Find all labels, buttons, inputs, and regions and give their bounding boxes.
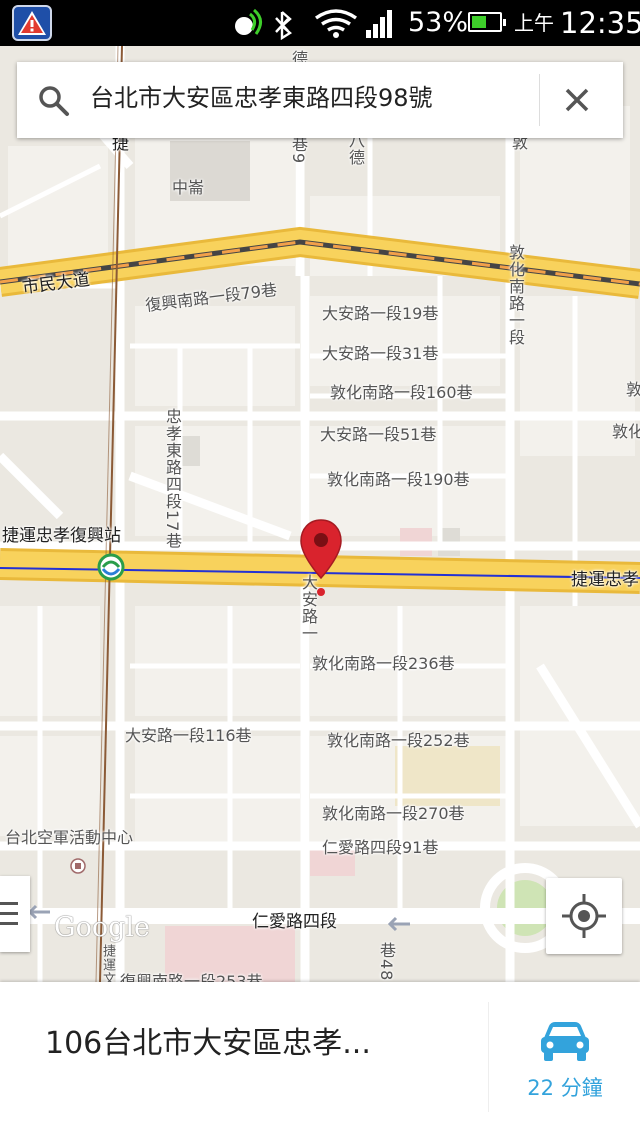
nfc-icon xyxy=(235,8,262,35)
place-sheet[interactable]: 106台北市大安區忠孝... 22 分鐘 xyxy=(0,982,640,1138)
road-label: 敦化南路一段270巷 xyxy=(322,804,465,823)
road-label: 大安路一段51巷 xyxy=(320,425,437,444)
mrt-station-label[interactable]: 捷運忠孝復興站 xyxy=(2,526,121,546)
area-label: 中崙 xyxy=(172,178,205,197)
clock: 12:35 xyxy=(560,6,640,40)
close-icon[interactable] xyxy=(561,84,593,116)
drive-time: 22 分鐘 xyxy=(527,1076,603,1100)
place-title[interactable]: 106台北市大安區忠孝... xyxy=(45,1022,371,1066)
mrt-station-label[interactable]: 捷運忠孝 xyxy=(571,570,639,590)
crosshair-icon xyxy=(562,894,606,938)
menu-button[interactable] xyxy=(0,876,30,952)
location-pin[interactable] xyxy=(298,518,344,598)
road-label: 大安路一段31巷 xyxy=(322,344,439,363)
am-pm: 上午 xyxy=(514,11,554,35)
search-icon[interactable] xyxy=(37,84,71,118)
battery-fill xyxy=(472,16,486,28)
poi-label[interactable]: 台北空軍活動中心 xyxy=(5,828,133,848)
bluetooth-icon xyxy=(275,11,293,40)
road-label: 敦 xyxy=(626,380,640,399)
google-attribution: Google xyxy=(54,912,150,943)
road-label: 大安路一段116巷 xyxy=(125,726,252,745)
road-label: 巷9 xyxy=(289,136,308,165)
road-label: 仁愛路四段 xyxy=(252,912,337,932)
map-canvas[interactable]: 中崙 市民大道 復興南路一段79巷 大安路一段19巷 大安路一段31巷 敦化南路… xyxy=(0,46,640,982)
battery-percent: 53% xyxy=(408,7,469,38)
road-label: 敦化南路一段190巷 xyxy=(327,470,470,489)
road-label: 復興南路一段253巷 xyxy=(120,972,263,982)
my-location-button[interactable] xyxy=(546,878,622,954)
road-label: 敦化南路一段252巷 xyxy=(327,731,470,750)
road-label: 敦化南路一段160巷 xyxy=(330,383,473,402)
signal-icon xyxy=(366,10,392,38)
road-label: 大安路一段19巷 xyxy=(322,304,439,323)
menu-icon xyxy=(0,902,18,925)
search-divider xyxy=(539,74,540,126)
road-label: 敦化南路一段236巷 xyxy=(312,654,455,673)
status-icons xyxy=(235,8,392,40)
status-bar: 53% 上午 12:35 xyxy=(0,0,640,46)
road-label: 忠孝東路四段17巷 xyxy=(163,408,182,550)
car-icon xyxy=(541,1022,589,1061)
directions-button[interactable]: 22 分鐘 xyxy=(488,1002,640,1112)
mrt-line-label: 捷運文湖線 xyxy=(100,944,115,982)
road-label: 敦化南路一段 xyxy=(506,244,525,346)
wifi-icon xyxy=(314,9,358,38)
road-label: 巷48 xyxy=(377,942,396,982)
road-label: 敦化 xyxy=(612,422,640,441)
battery-icon xyxy=(468,12,506,32)
search-bar[interactable]: 台北市大安區忠孝東路四段98號 xyxy=(17,62,623,138)
search-input[interactable]: 台北市大安區忠孝東路四段98號 xyxy=(90,80,433,116)
warning-app-icon[interactable] xyxy=(12,5,52,41)
road-label: 仁愛路四段91巷 xyxy=(322,838,439,857)
